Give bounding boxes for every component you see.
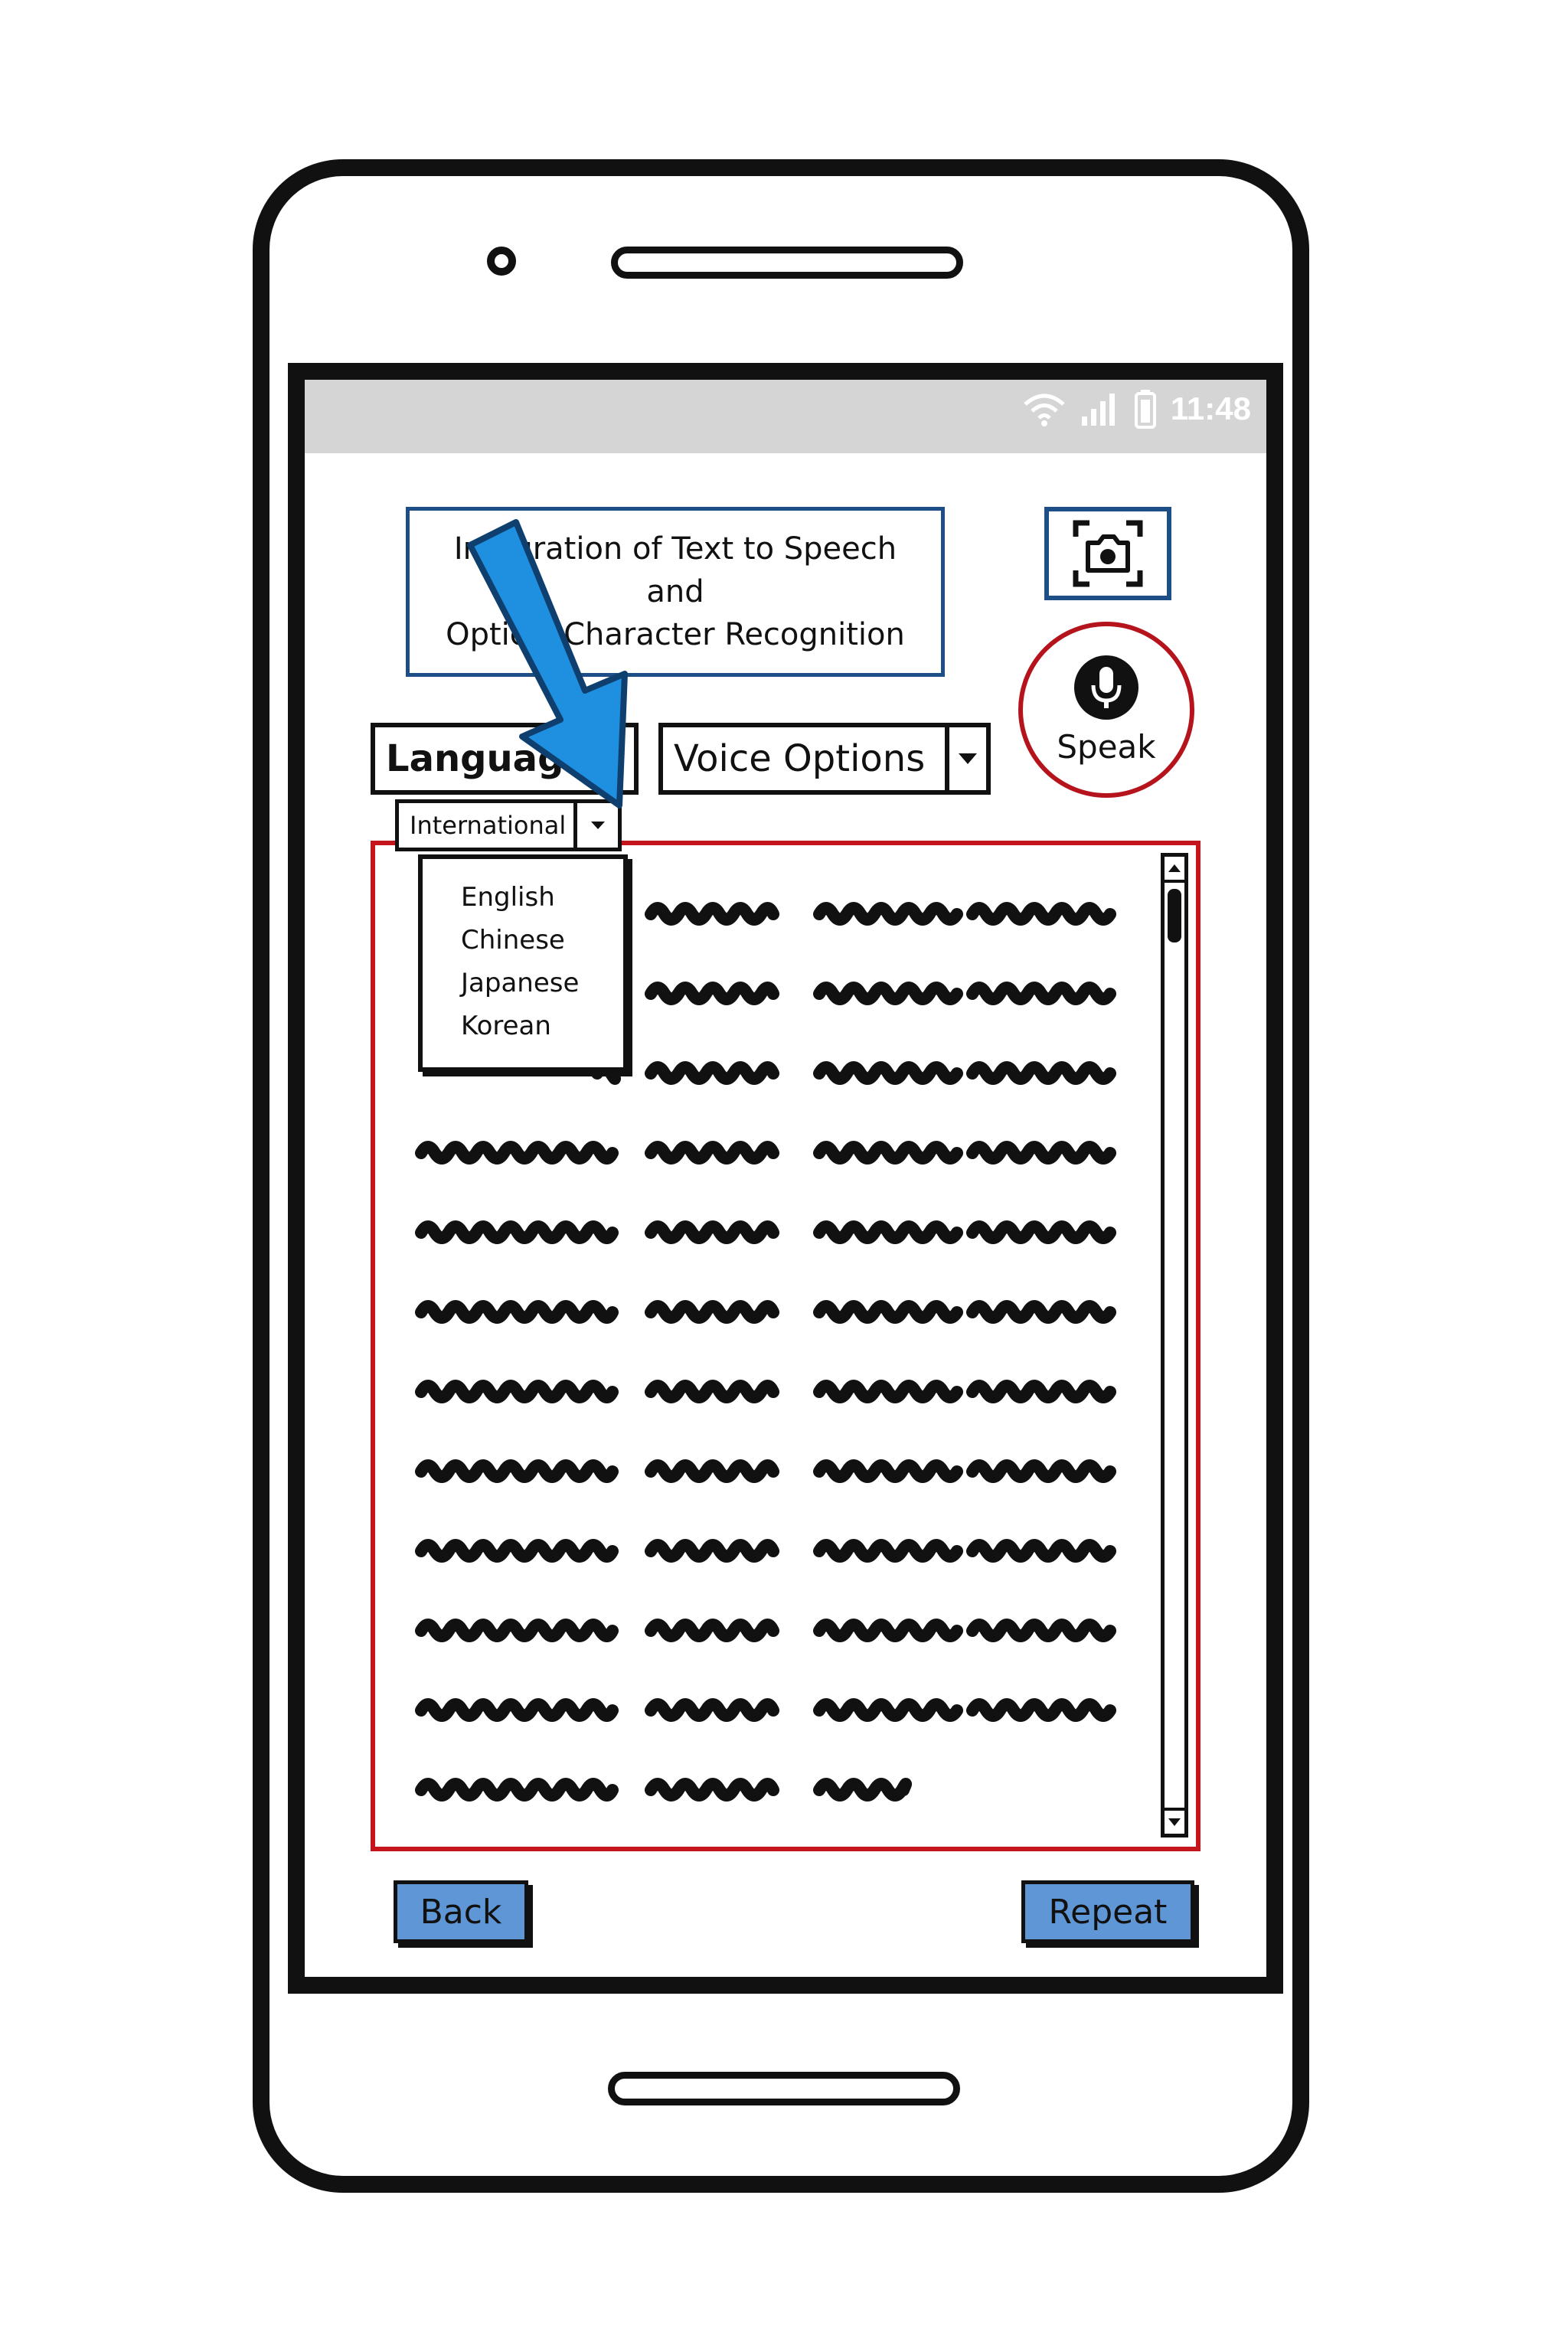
placeholder-text-scribble [645, 1778, 779, 1802]
wifi-icon [1024, 394, 1065, 426]
placeholder-text-scribble [813, 1380, 963, 1403]
placeholder-text-scribble [966, 1380, 1116, 1403]
chevron-down-icon[interactable] [573, 803, 618, 848]
placeholder-text-scribble [415, 1300, 619, 1324]
text-scrollbar[interactable] [1161, 853, 1188, 1838]
placeholder-text-scribble [966, 902, 1116, 926]
placeholder-text-scribble [813, 1619, 963, 1642]
placeholder-text-scribble [966, 1061, 1116, 1085]
title-line-2: and [646, 574, 704, 609]
placeholder-text-scribble [645, 1300, 779, 1324]
placeholder-text-scribble [415, 1778, 619, 1802]
language-dropdown[interactable]: Language [371, 723, 639, 795]
title-line-1: Integration of Text to Speech [453, 531, 897, 567]
language-option-japanese[interactable]: Japanese [423, 962, 623, 1004]
placeholder-text-scribble [415, 1539, 619, 1563]
back-button[interactable]: Back [394, 1880, 528, 1943]
microphone-icon [1074, 655, 1138, 720]
placeholder-text-scribble [966, 1220, 1116, 1244]
status-icons: 11:48 [1022, 389, 1251, 429]
placeholder-text-scribble [966, 982, 1116, 1005]
placeholder-text-scribble [645, 1220, 779, 1244]
placeholder-text-scribble [966, 1300, 1116, 1324]
international-dropdown[interactable]: International [395, 799, 622, 851]
placeholder-text-scribble [645, 982, 779, 1005]
app-title: Integration of Text to Speech and Optica… [406, 507, 945, 677]
language-dropdown-label: Language [386, 737, 589, 780]
placeholder-text-scribble [645, 1061, 779, 1085]
scroll-up-icon[interactable] [1165, 857, 1184, 883]
placeholder-text-scribble [415, 1619, 619, 1642]
placeholder-text-scribble [813, 1539, 963, 1563]
placeholder-text-scribble [966, 1539, 1116, 1563]
scroll-down-icon[interactable] [1165, 1808, 1184, 1834]
front-camera-icon [487, 247, 516, 276]
placeholder-text-scribble [966, 1619, 1116, 1642]
status-bar: 11:48 [305, 380, 1266, 453]
language-option-english[interactable]: English [423, 876, 623, 919]
camera-scan-icon [1073, 520, 1143, 587]
battery-icon [1134, 390, 1156, 429]
camera-scan-button[interactable] [1044, 507, 1171, 600]
language-option-chinese[interactable]: Chinese [423, 919, 623, 962]
international-label: International [410, 811, 567, 840]
placeholder-text-scribble [813, 982, 963, 1005]
placeholder-text-scribble [645, 1459, 779, 1483]
placeholder-text-scribble [415, 1698, 619, 1722]
mockup-stage: 11:48 Integration of Text to Speech and … [0, 0, 1568, 2352]
placeholder-text-scribble [813, 902, 963, 926]
language-option-korean[interactable]: Korean [423, 1004, 623, 1047]
language-options-menu: English Chinese Japanese Korean [418, 854, 628, 1072]
placeholder-text-scribble [813, 1220, 963, 1244]
placeholder-text-scribble [813, 1778, 912, 1802]
placeholder-text-scribble [966, 1459, 1116, 1483]
placeholder-text-scribble [415, 1380, 619, 1403]
placeholder-text-scribble [645, 1619, 779, 1642]
repeat-button[interactable]: Repeat [1021, 1880, 1194, 1943]
signal-icon [1081, 394, 1115, 426]
placeholder-text-scribble [415, 1220, 619, 1244]
placeholder-text-scribble [966, 1698, 1116, 1722]
earpiece-speaker [611, 247, 963, 279]
speak-label: Speak [1057, 727, 1156, 766]
placeholder-text-scribble [645, 902, 779, 926]
placeholder-text-scribble [813, 1061, 963, 1085]
scroll-thumb[interactable] [1168, 889, 1181, 942]
placeholder-text-scribble [645, 1539, 779, 1563]
placeholder-text-scribble [813, 1459, 963, 1483]
voice-options-dropdown[interactable]: Voice Options [658, 723, 991, 795]
speak-button[interactable]: Speak [1018, 622, 1194, 798]
placeholder-text-scribble [645, 1141, 779, 1165]
chevron-down-icon[interactable] [945, 727, 986, 790]
placeholder-text-scribble [813, 1698, 963, 1722]
title-line-3: Optical Character Recognition [446, 617, 905, 652]
placeholder-text-scribble [645, 1380, 779, 1403]
placeholder-text-scribble [966, 1141, 1116, 1165]
placeholder-text-scribble [415, 1459, 619, 1483]
status-time: 11:48 [1170, 390, 1251, 426]
phone-screen: 11:48 Integration of Text to Speech and … [288, 363, 1283, 1994]
placeholder-text-scribble [415, 1141, 619, 1165]
placeholder-text-scribble [813, 1300, 963, 1324]
placeholder-text-scribble [813, 1141, 963, 1165]
home-button[interactable] [608, 2072, 960, 2105]
chevron-down-icon[interactable] [593, 727, 634, 790]
voice-options-label: Voice Options [674, 737, 926, 780]
placeholder-text-scribble [645, 1698, 779, 1722]
